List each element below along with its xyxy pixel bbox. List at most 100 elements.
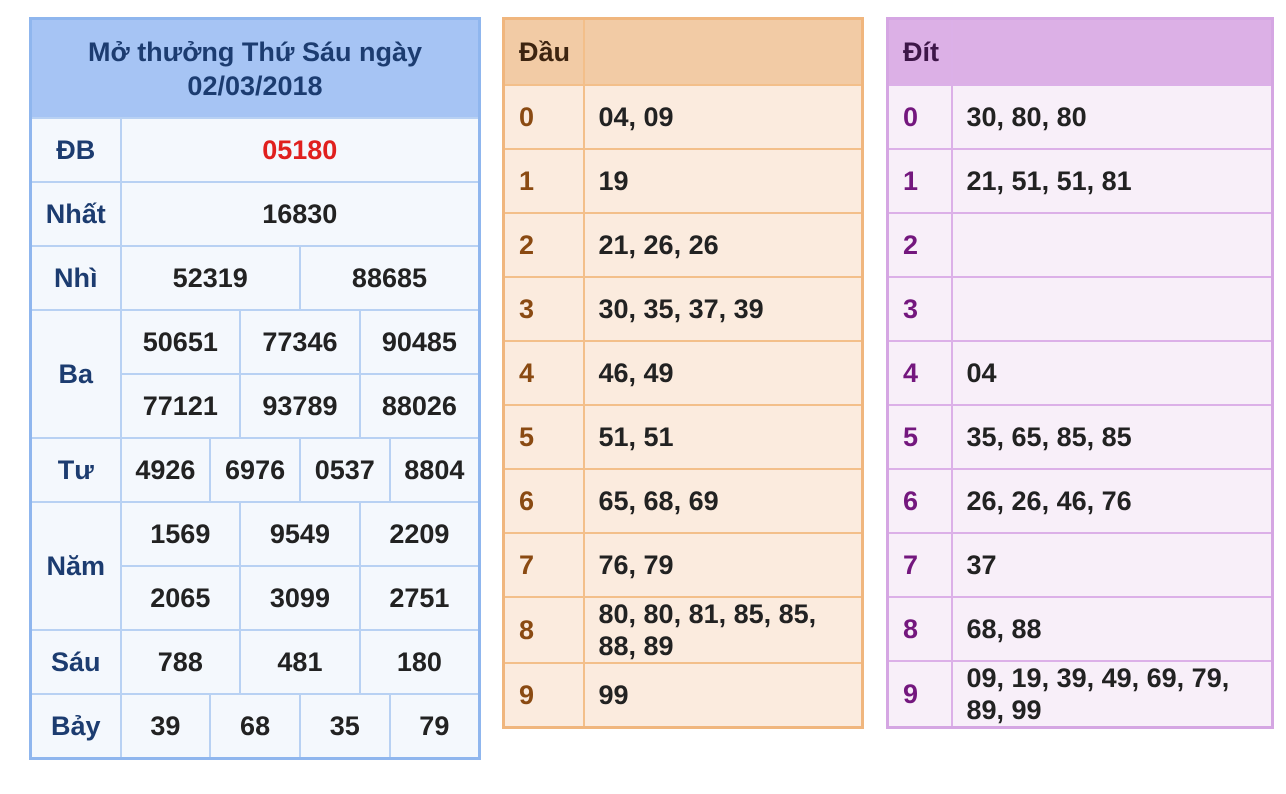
results-title: Mở thưởng Thứ Sáu ngày 02/03/2018	[29, 17, 481, 119]
dau-values: 46, 49	[582, 340, 864, 406]
prize-row-nam: Năm 1569 9549 2209	[29, 501, 481, 631]
prize-label: Sáu	[29, 629, 122, 695]
dit-values: 21, 51, 51, 81	[950, 148, 1274, 214]
dau-header: Đầu	[502, 17, 585, 86]
prize-value: 88685	[298, 245, 481, 311]
special-prize-value: 05180	[119, 117, 481, 183]
dit-values: 30, 80, 80	[950, 84, 1274, 150]
prize-row-bay: Bảy 39 68 35 79	[29, 693, 481, 760]
dit-row: 9 09, 19, 39, 49, 69, 79, 89, 99	[886, 660, 1274, 729]
dau-values: 30, 35, 37, 39	[582, 276, 864, 342]
prize-value: 9549	[239, 501, 361, 567]
results-title-line1: Mở thưởng Thứ Sáu ngày	[88, 36, 422, 67]
dit-row: 7 37	[886, 532, 1274, 598]
dau-row: 4 46, 49	[502, 340, 864, 406]
dit-digit: 2	[886, 212, 953, 278]
prize-value: 77121	[119, 373, 242, 439]
dit-row: 3	[886, 276, 1274, 342]
prize-value: 2065	[119, 565, 242, 631]
dit-digit: 5	[886, 404, 953, 470]
prize-value: 788	[119, 629, 242, 695]
dau-header-row: Đầu	[502, 17, 864, 86]
prize-value: 90485	[358, 309, 481, 375]
dau-digit: 0	[502, 84, 585, 150]
prize-value: 4926	[119, 437, 212, 503]
prize-value: 52319	[119, 245, 301, 311]
dau-row: 8 80, 80, 81, 85, 85, 88, 89	[502, 596, 864, 664]
dit-header: Đít	[886, 17, 953, 86]
dit-digit: 0	[886, 84, 953, 150]
dau-digit: 2	[502, 212, 585, 278]
prize-value: 180	[358, 629, 481, 695]
dit-values: 04	[950, 340, 1274, 406]
prize-value: 16830	[119, 181, 481, 247]
dau-digit: 3	[502, 276, 585, 342]
dit-header-row: Đít	[886, 17, 1274, 86]
prize-value: 35	[298, 693, 391, 760]
prize-value: 2751	[358, 565, 481, 631]
prize-label: Năm	[29, 501, 122, 631]
dit-values: 26, 26, 46, 76	[950, 468, 1274, 534]
prize-row-nhi: Nhì 52319 88685	[29, 245, 481, 311]
dau-values: 04, 09	[582, 84, 864, 150]
prize-value: 0537	[298, 437, 391, 503]
prize-value: 77346	[239, 309, 361, 375]
prize-value: 8804	[388, 437, 481, 503]
dit-digit: 3	[886, 276, 953, 342]
prize-value: 481	[239, 629, 361, 695]
dau-row: 3 30, 35, 37, 39	[502, 276, 864, 342]
dau-values: 51, 51	[582, 404, 864, 470]
results-title-date: 02/03/2018	[187, 70, 323, 101]
dit-row: 2	[886, 212, 1274, 278]
prize-row-tu: Tư 4926 6976 0537 8804	[29, 437, 481, 503]
dau-values: 80, 80, 81, 85, 85, 88, 89	[582, 596, 864, 664]
dau-values: 99	[582, 662, 864, 729]
prize-row-ba: Ba 50651 77346 90485	[29, 309, 481, 439]
dit-values: 68, 88	[950, 596, 1274, 662]
dau-values: 76, 79	[582, 532, 864, 598]
dau-digit: 5	[502, 404, 585, 470]
prize-row-nhat: Nhất 16830	[29, 181, 481, 247]
dau-row: 1 19	[502, 148, 864, 214]
dit-row: 6 26, 26, 46, 76	[886, 468, 1274, 534]
dau-digit: 9	[502, 662, 585, 729]
prize-value: 93789	[239, 373, 361, 439]
dau-values: 21, 26, 26	[582, 212, 864, 278]
dau-digit: 1	[502, 148, 585, 214]
prize-label: Nhất	[29, 181, 122, 247]
dit-digit: 4	[886, 340, 953, 406]
prize-value: 79	[388, 693, 481, 760]
dit-row: 5 35, 65, 85, 85	[886, 404, 1274, 470]
dit-row: 1 21, 51, 51, 81	[886, 148, 1274, 214]
prize-label: ĐB	[29, 117, 122, 183]
dau-row: 7 76, 79	[502, 532, 864, 598]
prize-value: 39	[119, 693, 212, 760]
dit-row: 8 68, 88	[886, 596, 1274, 662]
prize-row-db: ĐB 05180	[29, 117, 481, 183]
prize-label: Bảy	[29, 693, 122, 760]
dit-row: 0 30, 80, 80	[886, 84, 1274, 150]
dit-values: 37	[950, 532, 1274, 598]
dau-values: 19	[582, 148, 864, 214]
dau-digit: 7	[502, 532, 585, 598]
dit-values: 35, 65, 85, 85	[950, 404, 1274, 470]
prize-value: 1569	[119, 501, 242, 567]
prize-value: 88026	[358, 373, 481, 439]
dau-digit: 6	[502, 468, 585, 534]
dau-table: Đầu 0 04, 09 1 19 2 21, 26, 26 3 30, 35, 37,…	[502, 17, 864, 729]
prize-label: Ba	[29, 309, 122, 439]
prize-value: 6976	[209, 437, 301, 503]
dau-row: 0 04, 09	[502, 84, 864, 150]
dit-row: 4 04	[886, 340, 1274, 406]
dit-table: Đít 0 30, 80, 80 1 21, 51, 51, 81 2 3 4 04 …	[886, 17, 1274, 729]
dau-row: 9 99	[502, 662, 864, 729]
dit-values	[950, 212, 1274, 278]
prize-value: 2209	[358, 501, 481, 567]
dau-values: 65, 68, 69	[582, 468, 864, 534]
prize-label: Nhì	[29, 245, 122, 311]
prize-value: 68	[209, 693, 301, 760]
dit-digit: 9	[886, 660, 953, 729]
dau-digit: 8	[502, 596, 585, 664]
dau-row: 5 51, 51	[502, 404, 864, 470]
prize-label: Tư	[29, 437, 122, 503]
